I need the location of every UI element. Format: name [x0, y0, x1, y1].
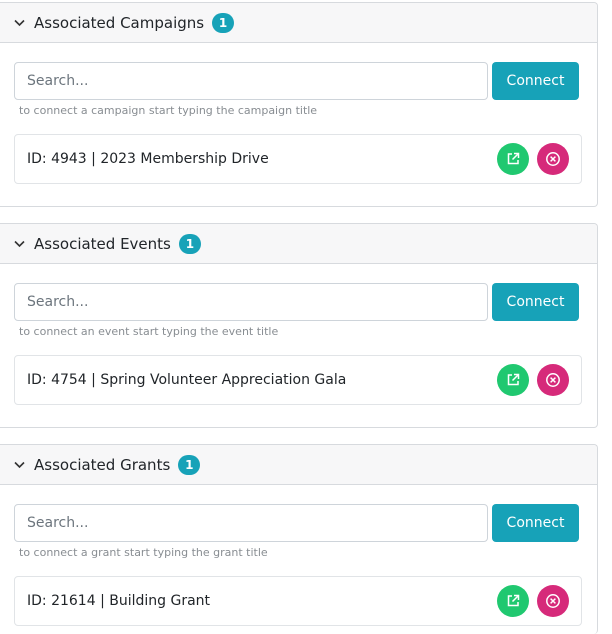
close-circle-icon [546, 152, 560, 166]
search-row: Connect [14, 283, 580, 321]
open-item-button[interactable] [497, 364, 529, 396]
search-hint: to connect a grant start typing the gran… [19, 546, 268, 559]
close-circle-icon [546, 594, 560, 608]
search-hint: to connect a campaign start typing the c… [19, 104, 318, 117]
events-panel: Associated Events 1 Connect to connect a… [0, 223, 598, 428]
chevron-down-icon[interactable] [13, 238, 25, 250]
campaigns-panel-header[interactable]: Associated Campaigns 1 [0, 3, 597, 43]
open-item-button[interactable] [497, 143, 529, 175]
count-badge: 1 [212, 12, 235, 33]
external-link-icon [507, 594, 520, 607]
open-item-button[interactable] [497, 585, 529, 617]
count-badge: 1 [178, 454, 201, 475]
event-search-input[interactable] [14, 283, 488, 321]
search-row: Connect [14, 504, 580, 542]
item-label: ID: 4754 | Spring Volunteer Appreciation… [27, 372, 347, 388]
connect-campaign-button[interactable]: Connect [492, 62, 579, 100]
grant-search-input[interactable] [14, 504, 488, 542]
panel-title: Associated Events [34, 234, 171, 253]
search-row: Connect [14, 62, 580, 100]
campaigns-panel: Associated Campaigns 1 Connect to connec… [0, 2, 598, 207]
connect-event-button[interactable]: Connect [492, 283, 579, 321]
panel-title: Associated Campaigns [34, 13, 205, 32]
item-label: ID: 21614 | Building Grant [27, 593, 211, 609]
grants-panel-header[interactable]: Associated Grants 1 [0, 445, 597, 485]
external-link-icon [507, 152, 520, 165]
remove-item-button[interactable] [537, 585, 569, 617]
associated-item-row: ID: 4943 | 2023 Membership Drive [14, 134, 582, 184]
campaign-search-input[interactable] [14, 62, 488, 100]
panel-title: Associated Grants [34, 455, 171, 474]
remove-item-button[interactable] [537, 364, 569, 396]
chevron-down-icon[interactable] [13, 17, 25, 29]
associated-item-row: ID: 4754 | Spring Volunteer Appreciation… [14, 355, 582, 405]
external-link-icon [507, 373, 520, 386]
events-panel-header[interactable]: Associated Events 1 [0, 224, 597, 264]
count-badge: 1 [178, 233, 201, 254]
connect-grant-button[interactable]: Connect [492, 504, 579, 542]
remove-item-button[interactable] [537, 143, 569, 175]
grants-panel: Associated Grants 1 Connect to connect a… [0, 444, 598, 634]
search-hint: to connect an event start typing the eve… [19, 325, 279, 338]
close-circle-icon [546, 373, 560, 387]
item-label: ID: 4943 | 2023 Membership Drive [27, 151, 269, 167]
chevron-down-icon[interactable] [13, 459, 25, 471]
associated-item-row: ID: 21614 | Building Grant [14, 576, 582, 626]
